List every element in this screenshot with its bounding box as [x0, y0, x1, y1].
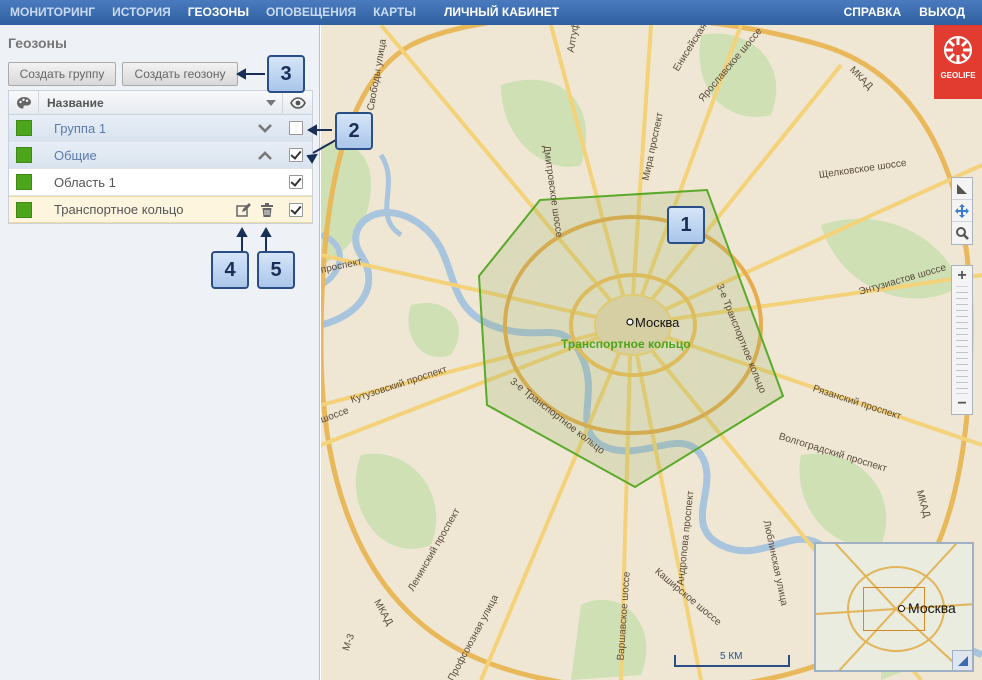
geolife-logo-icon — [944, 36, 972, 64]
name-column-header[interactable]: Название — [39, 96, 260, 110]
overview-minimap[interactable]: Москва — [814, 542, 974, 672]
magnifier-icon — [955, 226, 969, 240]
color-swatch[interactable] — [16, 174, 32, 190]
scale-label: 5 КМ — [718, 651, 745, 662]
visibility-checkbox[interactable] — [289, 121, 303, 135]
table-row-group-1[interactable]: Группа 1 — [9, 115, 312, 142]
visibility-column-header — [282, 90, 312, 115]
zoom-in-button[interactable]: + — [952, 266, 972, 286]
zoom-tool-button[interactable] — [952, 222, 972, 244]
map-city-label: Москва — [635, 315, 680, 330]
map-tools — [951, 177, 973, 245]
nav-help[interactable]: СПРАВКА — [844, 0, 902, 25]
nav-monitoring[interactable]: МОНИТОРИНГ — [10, 0, 95, 25]
callout-5: 5 — [257, 251, 295, 289]
callout-1: 1 — [667, 206, 705, 244]
trash-icon[interactable] — [259, 202, 275, 218]
ruler-icon — [957, 183, 967, 194]
panel-title: Геозоны — [8, 35, 67, 51]
chevron-down-icon[interactable] — [257, 121, 273, 135]
visibility-checkbox[interactable] — [289, 148, 303, 162]
collapse-icon — [957, 655, 968, 666]
eye-icon — [289, 96, 306, 109]
callout-2: 2 — [335, 112, 373, 150]
map-view[interactable]: Москва Транспортное кольцо Алтуфьевское … — [321, 25, 982, 680]
row-label: Группа 1 — [54, 120, 107, 136]
nav-right: СПРАВКА ВЫХОД — [826, 0, 982, 25]
zoom-slider[interactable] — [956, 286, 968, 394]
create-geozone-button[interactable]: Создать геозону — [122, 62, 238, 86]
scale-bar: 5 КМ — [674, 651, 790, 667]
geozones-panel: Геозоны Создать группу Создать геозону Н… — [0, 25, 320, 680]
callout-4: 4 — [211, 251, 249, 289]
table-row-transport-ring[interactable]: Транспортное кольцо — [9, 196, 312, 223]
nav-notifications[interactable]: ОПОВЕЩЕНИЯ — [266, 0, 356, 25]
minimap-city-dot — [898, 605, 905, 612]
geolife-logo: GEOLIFE — [934, 25, 982, 99]
create-group-button[interactable]: Создать группу — [8, 62, 116, 86]
minimap-toggle-button[interactable] — [952, 650, 972, 670]
palette-icon — [16, 96, 31, 108]
geozone-map-label: Транспортное кольцо — [561, 337, 691, 351]
color-swatch[interactable] — [16, 147, 32, 163]
pan-tool-button[interactable] — [952, 200, 972, 222]
color-column-header — [9, 90, 39, 115]
row-label: Общие — [54, 147, 97, 163]
move-icon — [955, 203, 969, 218]
table-row-general[interactable]: Общие — [9, 142, 312, 169]
brand-label: GEOLIFE — [940, 71, 976, 80]
table-header: Название — [9, 90, 312, 115]
zoom-out-button[interactable]: − — [952, 394, 972, 414]
top-nav: МОНИТОРИНГ ИСТОРИЯ ГЕОЗОНЫ ОПОВЕЩЕНИЯ КА… — [0, 0, 982, 25]
nav-history[interactable]: ИСТОРИЯ — [112, 0, 171, 25]
nav-geozones[interactable]: ГЕОЗОНЫ — [188, 0, 249, 25]
caret-down-icon — [266, 99, 276, 106]
ruler-tool-button[interactable] — [952, 178, 972, 200]
table-row-area-1[interactable]: Область 1 — [9, 169, 312, 196]
row-label: Область 1 — [54, 174, 116, 190]
sort-dropdown[interactable] — [260, 99, 282, 106]
visibility-checkbox[interactable] — [289, 203, 303, 217]
color-swatch[interactable] — [16, 201, 32, 218]
minimap-city-label: Москва — [908, 600, 956, 616]
nav-account[interactable]: ЛИЧНЫЙ КАБИНЕТ — [444, 0, 559, 25]
geozones-table: Название Группа 1 Общие Область 1 Трансп… — [8, 90, 313, 224]
callout-3: 3 — [267, 55, 305, 93]
edit-icon[interactable] — [235, 202, 251, 218]
visibility-checkbox[interactable] — [289, 175, 303, 189]
chevron-up-icon[interactable] — [257, 148, 273, 162]
zoom-control: + − — [951, 265, 973, 415]
nav-maps[interactable]: КАРТЫ — [373, 0, 416, 25]
row-label: Транспортное кольцо — [54, 202, 184, 217]
color-swatch[interactable] — [16, 120, 32, 136]
nav-logout[interactable]: ВЫХОД — [919, 0, 965, 25]
main-nav: МОНИТОРИНГ ИСТОРИЯ ГЕОЗОНЫ ОПОВЕЩЕНИЯ КА… — [0, 0, 576, 25]
